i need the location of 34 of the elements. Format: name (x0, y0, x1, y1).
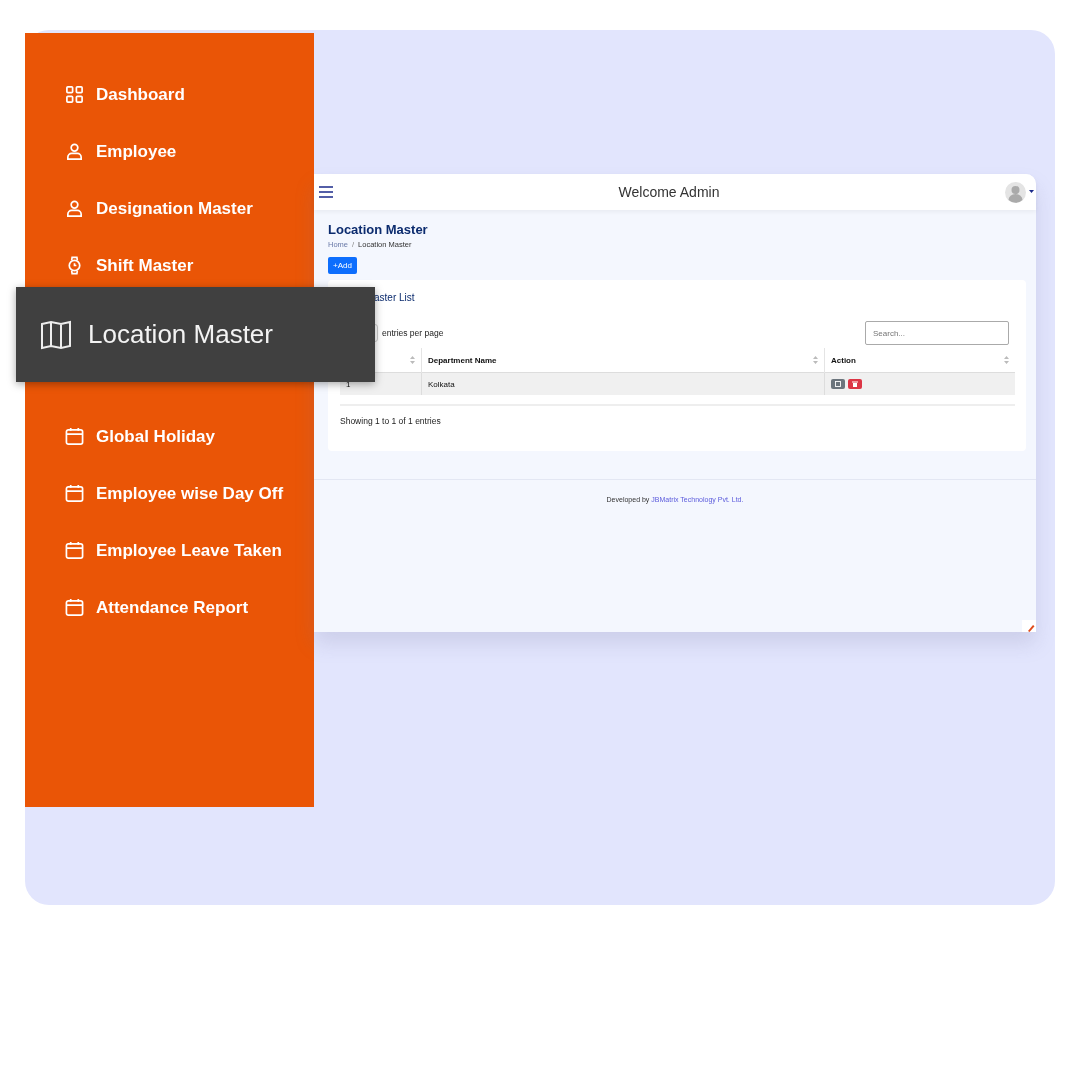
card-title: aster List (374, 292, 415, 303)
page-title: Location Master (328, 222, 429, 237)
sidebar-item[interactable]: Dashboard (25, 66, 314, 123)
sidebar-item[interactable]: Designation Master (25, 180, 314, 237)
column-header[interactable]: Action (831, 355, 856, 365)
entries-label: entries per page (382, 328, 444, 338)
sidebar-item[interactable]: Employee (25, 123, 314, 180)
person-icon (65, 199, 84, 218)
table-cell: Kolkata (428, 379, 455, 389)
column-header[interactable]: Department Name (428, 355, 497, 365)
map-icon (40, 319, 72, 350)
person-icon (65, 142, 84, 161)
sidebar-item[interactable]: Attendance Report (25, 579, 314, 636)
trash-icon (852, 381, 858, 387)
add-button[interactable]: +Add (328, 257, 357, 274)
entries-info: Showing 1 to 1 of 1 entries (340, 416, 442, 426)
sidebar-item[interactable]: Global Holiday (25, 408, 314, 465)
watch-icon (65, 256, 84, 275)
pencil-icon[interactable] (1022, 620, 1036, 632)
menu-icon[interactable] (319, 186, 333, 198)
calendar-icon (65, 427, 84, 446)
calendar-icon (65, 484, 84, 503)
welcome-title: Welcome Admin (618, 184, 720, 200)
caret-icon[interactable] (1029, 190, 1034, 194)
search-field[interactable]: Search... (865, 321, 1009, 345)
edit-button[interactable] (831, 379, 845, 389)
table-cell: 1 (346, 379, 351, 389)
sidebar-item[interactable]: Employee Leave Taken (25, 522, 314, 579)
delete-button[interactable] (848, 379, 862, 389)
highlighted-menu-item[interactable]: Location Master (16, 287, 375, 382)
calendar-icon (65, 598, 84, 617)
calendar-icon (65, 541, 84, 560)
sidebar-item[interactable]: Employee wise Day Off (25, 465, 314, 522)
grid-icon (65, 85, 84, 104)
